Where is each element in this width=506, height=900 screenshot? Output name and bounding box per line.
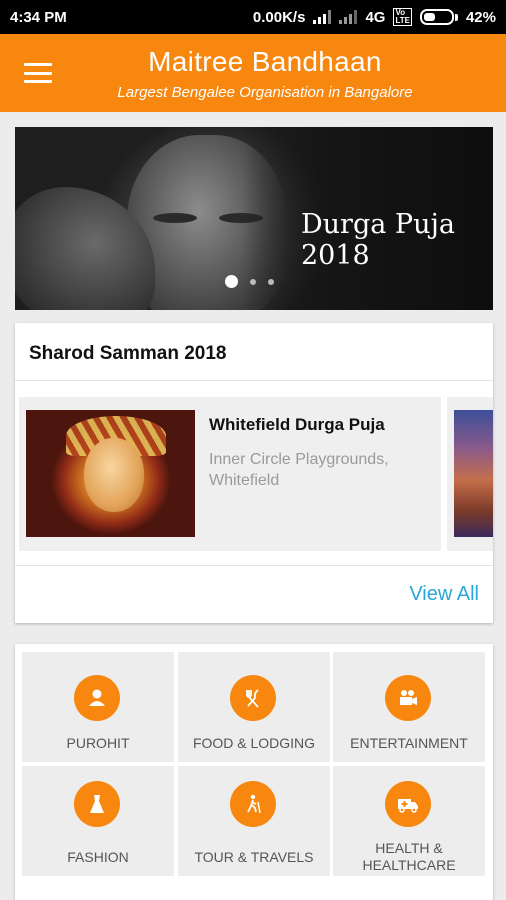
divider <box>15 565 493 566</box>
app-subtitle: Largest Bengalee Organisation in Bangalo… <box>117 84 413 101</box>
section-title: Sharod Samman 2018 <box>29 343 227 364</box>
durga-idol-image <box>454 410 493 537</box>
dress-icon <box>74 781 120 827</box>
category-tour-travels[interactable]: TOUR & TRAVELS <box>178 766 330 876</box>
category-fashion[interactable]: FASHION <box>22 766 174 876</box>
view-all-link[interactable]: View All <box>409 583 479 606</box>
divider <box>15 380 493 381</box>
app-bar: Maitree Bandhaan Largest Bengalee Organi… <box>0 34 506 112</box>
network-type: 4G <box>365 8 386 26</box>
status-indicators: 0.00K/s 4G Vo LTE 42% <box>253 8 496 26</box>
carousel-dots <box>225 275 274 288</box>
battery-icon <box>419 9 458 25</box>
banner-caption: Durga Puja 2018 <box>301 209 455 271</box>
sharod-samman-card: Sharod Samman 2018 Whitefield Durga Puja… <box>15 323 493 623</box>
category-grid: PUROHIT FOOD & LODGING ENTERTAINMENT FAS… <box>15 644 493 900</box>
volte-badge: Vo LTE <box>393 8 412 26</box>
signal-icon <box>313 10 332 24</box>
fork-knife-icon <box>230 675 276 721</box>
network-speed: 0.00K/s <box>252 8 306 26</box>
status-bar: 4:34 PM 0.00K/s 4G Vo LTE 42% <box>0 0 506 34</box>
puja-list-item[interactable]: Whitefield Durga Puja Inner Circle Playg… <box>19 397 441 551</box>
category-label: FASHION <box>67 849 129 865</box>
category-label: TOUR & TRAVELS <box>194 849 314 865</box>
category-label: ENTERTAINMENT <box>350 735 468 751</box>
battery-percent: 42% <box>465 8 496 26</box>
signal-2-icon <box>339 10 358 24</box>
carousel-dot[interactable] <box>250 278 256 285</box>
status-time: 4:34 PM <box>10 8 67 26</box>
category-health-healthcare[interactable]: HEALTH & HEALTHCARE <box>333 766 485 876</box>
category-label: HEALTH & HEALTHCARE <box>362 840 456 873</box>
puja-name: Whitefield Durga Puja <box>209 415 385 434</box>
durga-idol-image <box>26 410 195 537</box>
puja-list-item-partial[interactable] <box>447 397 493 551</box>
category-purohit[interactable]: PUROHIT <box>22 652 174 762</box>
ambulance-icon <box>385 781 431 827</box>
carousel-dot[interactable] <box>225 275 238 288</box>
puja-location: Inner Circle Playgrounds, Whitefield <box>209 451 389 489</box>
hero-banner[interactable]: Durga Puja 2018 <box>15 127 493 310</box>
video-camera-icon <box>385 675 431 721</box>
category-label: PUROHIT <box>66 735 130 751</box>
volte-bottom: LTE <box>395 16 410 25</box>
person-icon <box>74 675 120 721</box>
carousel-dot[interactable] <box>268 278 274 285</box>
hiker-icon <box>230 781 276 827</box>
category-entertainment[interactable]: ENTERTAINMENT <box>333 652 485 762</box>
category-label: FOOD & LODGING <box>192 735 316 751</box>
app-title: Maitree Bandhaan <box>148 46 382 77</box>
category-food-lodging[interactable]: FOOD & LODGING <box>178 652 330 762</box>
